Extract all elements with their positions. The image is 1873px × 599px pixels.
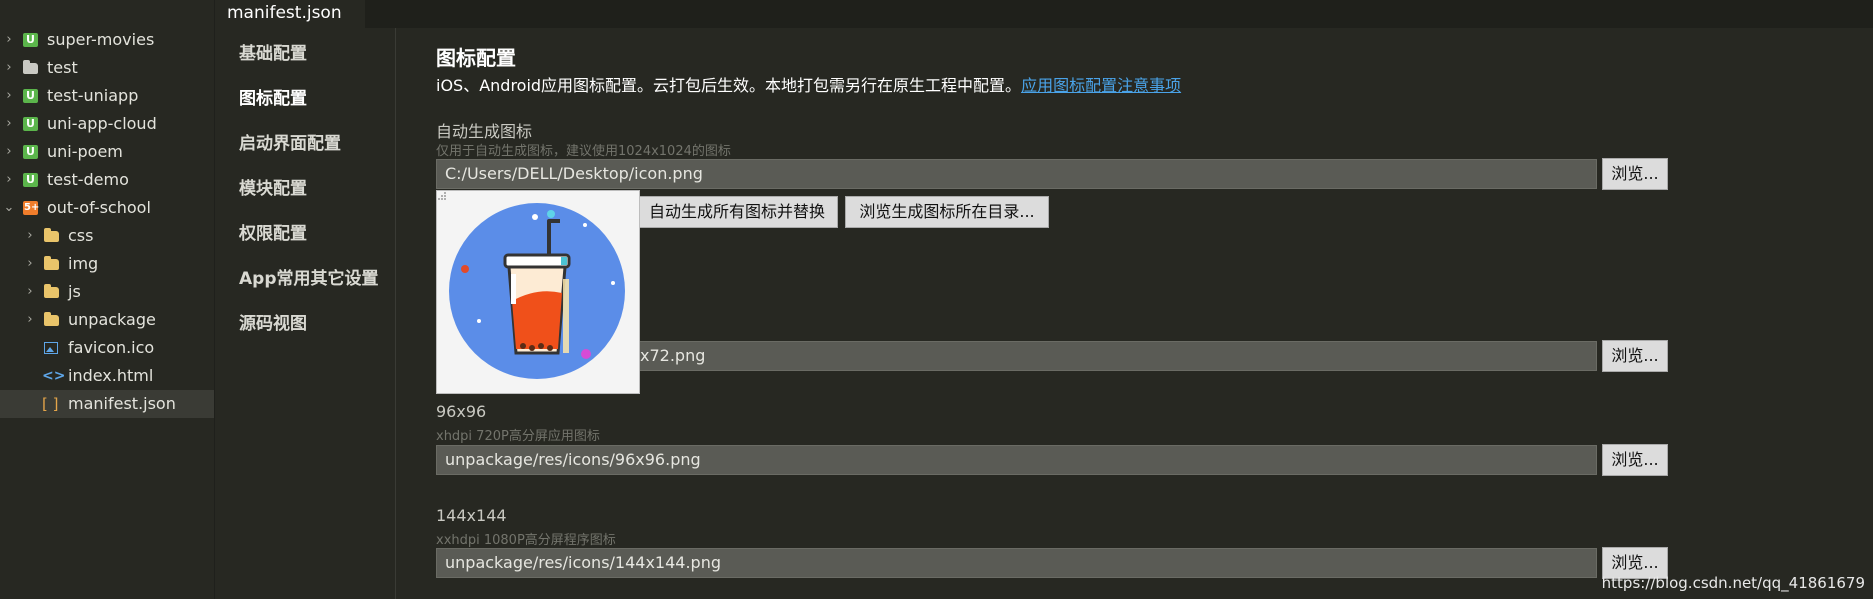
icon-72-path-text: x72.png	[640, 346, 706, 365]
description-text: iOS、Android应用图标配置。云打包后生效。本地打包需另行在原生工程中配置…	[436, 76, 1022, 95]
chevron-right-icon[interactable]: ›	[2, 26, 16, 54]
editor-tab-bar: manifest.json	[215, 0, 1873, 28]
uniapp-icon	[23, 26, 38, 54]
uniapp-icon	[23, 166, 38, 194]
auto-icon-path-input[interactable]: C:/Users/DELL/Desktop/icon.png	[436, 159, 1597, 189]
settings-nav: 基础配置 图标配置 启动界面配置 模块配置 权限配置 App常用其它设置 源码视…	[215, 28, 396, 599]
tree-item-label: out-of-school	[47, 198, 151, 217]
auto-icon-hint: 仅用于自动生成图标，建议使用1024x1024的图标	[436, 144, 731, 159]
tree-item-unpackage[interactable]: › unpackage	[0, 306, 214, 334]
nav-item-icon-config[interactable]: 图标配置	[239, 85, 307, 113]
tree-item-manifest-json[interactable]: [ ] manifest.json	[0, 390, 214, 418]
uniapp-icon	[23, 138, 38, 166]
tree-item-label: super-movies	[47, 30, 155, 49]
tree-item-test[interactable]: › test	[0, 54, 214, 82]
tree-item-label: index.html	[68, 366, 154, 385]
page-title: 图标配置	[436, 46, 516, 70]
tree-item-uni-app-cloud[interactable]: › uni-app-cloud	[0, 110, 214, 138]
tree-item-favicon[interactable]: favicon.ico	[0, 334, 214, 362]
chevron-right-icon[interactable]: ›	[23, 278, 37, 306]
open-icons-dir-button[interactable]: 浏览生成图标所在目录...	[845, 196, 1049, 228]
tree-item-label: test	[47, 58, 78, 77]
tree-item-test-demo[interactable]: › test-demo	[0, 166, 214, 194]
icon-96-browse-button[interactable]: 浏览...	[1602, 444, 1668, 476]
uniapp-icon	[23, 110, 38, 138]
project-explorer: › super-movies › test › test-uniapp › un…	[0, 0, 215, 599]
json-file-icon: [ ]	[42, 395, 59, 413]
chevron-right-icon[interactable]: ›	[23, 250, 37, 278]
nav-item-source-view[interactable]: 源码视图	[239, 310, 307, 338]
folder-icon	[44, 256, 59, 270]
icon-96-path-input[interactable]: unpackage/res/icons/96x96.png	[436, 445, 1597, 475]
code-file-icon: <>	[42, 368, 66, 384]
chevron-right-icon[interactable]: ›	[2, 54, 16, 82]
tree-item-out-of-school[interactable]: ⌄ out-of-school	[0, 194, 214, 222]
tree-item-label: test-demo	[47, 170, 129, 189]
nav-item-module-config[interactable]: 模块配置	[239, 175, 307, 203]
tree-item-label: test-uniapp	[47, 86, 139, 105]
icon-96-label: 96x96	[436, 402, 487, 421]
uniapp-icon	[23, 82, 38, 110]
nav-item-splash-config[interactable]: 启动界面配置	[239, 130, 341, 158]
chevron-right-icon[interactable]: ›	[2, 82, 16, 110]
icon-72-browse-button[interactable]: 浏览...	[1602, 340, 1668, 372]
tree-item-test-uniapp[interactable]: › test-uniapp	[0, 82, 214, 110]
tree-item-label: img	[68, 254, 99, 273]
icon-144-path-input[interactable]: unpackage/res/icons/144x144.png	[436, 548, 1597, 578]
html5plus-icon	[23, 194, 39, 222]
icon-96-hint: xhdpi 720P高分屏应用图标	[436, 429, 600, 444]
chevron-right-icon[interactable]: ›	[23, 306, 37, 334]
resize-grip-icon[interactable]	[437, 191, 447, 201]
tree-item-label: unpackage	[68, 310, 156, 329]
tree-item-uni-poem[interactable]: › uni-poem	[0, 138, 214, 166]
chevron-right-icon[interactable]: ›	[23, 222, 37, 250]
chevron-right-icon[interactable]: ›	[2, 138, 16, 166]
icon-preview-popup	[436, 190, 640, 394]
auto-icon-label: 自动生成图标	[436, 122, 533, 141]
nav-item-app-other-settings[interactable]: App常用其它设置	[239, 265, 379, 293]
generate-all-icons-button[interactable]: 自动生成所有图标并替换	[636, 196, 838, 228]
tree-item-img[interactable]: › img	[0, 250, 214, 278]
drink-icon-preview	[449, 203, 625, 379]
folder-icon	[44, 284, 59, 298]
tree-item-js[interactable]: › js	[0, 278, 214, 306]
chevron-down-icon[interactable]: ⌄	[2, 194, 16, 222]
tree-item-css[interactable]: › css	[0, 222, 214, 250]
page-description: iOS、Android应用图标配置。云打包后生效。本地打包需另行在原生工程中配置…	[436, 72, 1181, 96]
folder-icon	[23, 60, 38, 74]
folder-icon	[44, 312, 59, 326]
nav-item-basic-config[interactable]: 基础配置	[239, 40, 307, 68]
auto-icon-browse-button[interactable]: 浏览...	[1602, 158, 1668, 190]
tree-item-label: css	[68, 226, 94, 245]
image-file-icon	[44, 342, 58, 354]
icon-144-hint: xxhdpi 1080P高分屏程序图标	[436, 533, 616, 548]
tree-item-label: uni-app-cloud	[47, 114, 157, 133]
tree-item-index-html[interactable]: <> index.html	[0, 362, 214, 390]
tree-item-label: manifest.json	[68, 394, 176, 413]
icon-notes-link[interactable]: 应用图标配置注意事项	[1021, 76, 1181, 95]
nav-item-permission-config[interactable]: 权限配置	[239, 220, 307, 248]
tab-manifest-json[interactable]: manifest.json	[215, 0, 365, 28]
tree-item-label: uni-poem	[47, 142, 123, 161]
tree-item-label: favicon.ico	[68, 338, 155, 357]
watermark-text: https://blog.csdn.net/qq_41861679	[1601, 574, 1865, 592]
chevron-right-icon[interactable]: ›	[2, 110, 16, 138]
tree-item-super-movies[interactable]: › super-movies	[0, 26, 214, 54]
icon-144-label: 144x144	[436, 506, 507, 525]
folder-icon	[44, 228, 59, 242]
tree-item-label: js	[68, 282, 81, 301]
chevron-right-icon[interactable]: ›	[2, 166, 16, 194]
